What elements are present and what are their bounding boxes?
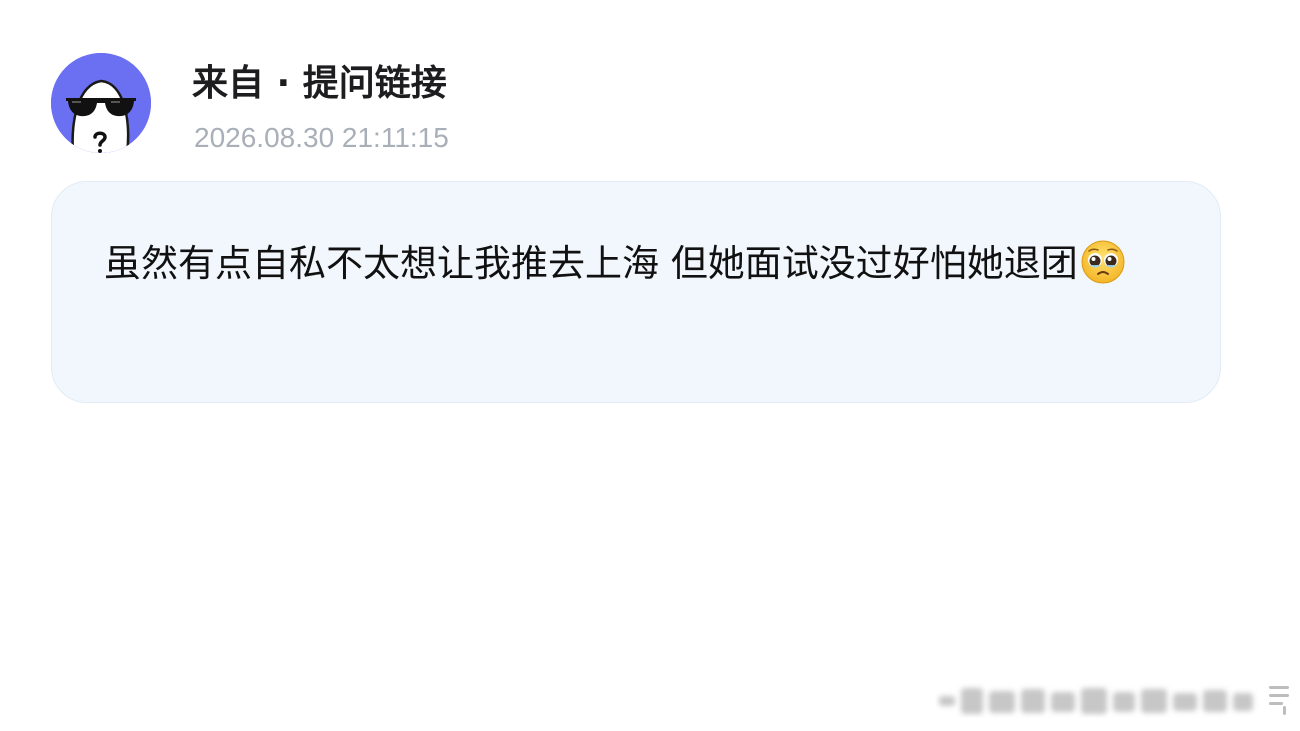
blurred-watermark-icon xyxy=(939,686,1289,715)
pleading-face-emoji-icon xyxy=(1080,239,1126,303)
message-text: 虽然有点自私不太想让我推去上海 但她面试没过好怕她退团 xyxy=(104,242,1078,285)
sunglasses-face-icon xyxy=(51,53,151,153)
message-bubble: 虽然有点自私不太想让我推去上海 但她面试没过好怕她退团 xyxy=(51,181,1221,403)
watermark-image xyxy=(935,678,1293,718)
message-content: 虽然有点自私不太想让我推去上海 但她面试没过好怕她退团 xyxy=(104,234,1164,303)
sender-name[interactable]: 来自 · 提问链接 xyxy=(192,62,447,106)
avatar[interactable] xyxy=(51,53,151,153)
post-timestamp: 2026.08.30 21:11:15 xyxy=(194,122,449,153)
